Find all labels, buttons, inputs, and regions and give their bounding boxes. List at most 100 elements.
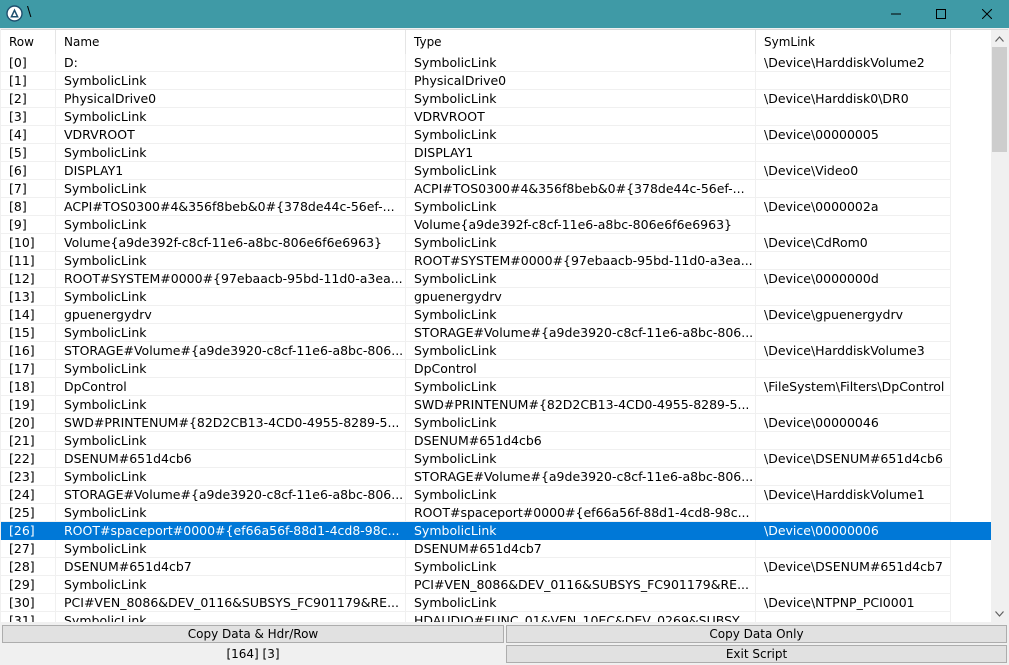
table-row[interactable]: [21] SymbolicLink DSENUM#651d4cb6 bbox=[1, 432, 991, 450]
close-button[interactable] bbox=[964, 0, 1009, 28]
name-cell: SymbolicLink bbox=[56, 576, 406, 594]
table-row[interactable]: [12] ROOT#SYSTEM#0000#{97ebaacb-95bd-11d0… bbox=[1, 270, 991, 288]
table-row[interactable]: [10] Volume{a9de392f-c8cf-11e6-a8bc-806e6… bbox=[1, 234, 991, 252]
table-row[interactable]: [13] SymbolicLink gpuenergydrv bbox=[1, 288, 991, 306]
scroll-down-button[interactable] bbox=[991, 605, 1008, 622]
symlink-cell bbox=[756, 288, 951, 306]
row-index-cell: [14] bbox=[1, 306, 56, 324]
symlink-cell: \Device\HarddiskVolume3 bbox=[756, 342, 951, 360]
table-row[interactable]: [2] PhysicalDrive0 SymbolicLink \Device\Har… bbox=[1, 90, 991, 108]
table-row[interactable]: [29] SymbolicLink PCI#VEN_8086&DEV_0116&SU… bbox=[1, 576, 991, 594]
copy-data-only-button[interactable]: Copy Data Only bbox=[506, 625, 1007, 643]
exit-script-button[interactable]: Exit Script bbox=[506, 645, 1007, 663]
row-index-cell: [11] bbox=[1, 252, 56, 270]
table-row[interactable]: [24] STORAGE#Volume#{a9de3920-c8cf-11e6-a… bbox=[1, 486, 991, 504]
minimize-button[interactable] bbox=[873, 0, 918, 28]
row-index-cell: [25] bbox=[1, 504, 56, 522]
minimize-icon bbox=[890, 13, 901, 15]
name-cell: PhysicalDrive0 bbox=[56, 90, 406, 108]
type-cell: SymbolicLink bbox=[406, 126, 756, 144]
column-header-type[interactable]: Type bbox=[406, 30, 756, 54]
name-cell: SymbolicLink bbox=[56, 108, 406, 126]
row-index-cell: [27] bbox=[1, 540, 56, 558]
name-cell: SymbolicLink bbox=[56, 504, 406, 522]
table-row[interactable]: [1] SymbolicLink PhysicalDrive0 bbox=[1, 72, 991, 90]
name-cell: SymbolicLink bbox=[56, 612, 406, 622]
symlink-cell bbox=[756, 540, 951, 558]
table-row[interactable]: [18] DpControl SymbolicLink \FileSystem\Fil… bbox=[1, 378, 991, 396]
table-row[interactable]: [17] SymbolicLink DpControl bbox=[1, 360, 991, 378]
symlink-cell bbox=[756, 108, 951, 126]
column-header-row[interactable]: Row bbox=[1, 30, 56, 54]
table-row[interactable]: [25] SymbolicLink ROOT#spaceport#0000#{ef6… bbox=[1, 504, 991, 522]
row-index-cell: [19] bbox=[1, 396, 56, 414]
chevron-up-icon bbox=[995, 35, 1004, 42]
column-header-symlink[interactable]: SymLink bbox=[756, 30, 951, 54]
name-cell: SymbolicLink bbox=[56, 252, 406, 270]
type-cell: SymbolicLink bbox=[406, 486, 756, 504]
row-index-cell: [29] bbox=[1, 576, 56, 594]
table-row[interactable]: [0] D: SymbolicLink \Device\HarddiskVolume2 bbox=[1, 54, 991, 72]
table-row[interactable]: [7] SymbolicLink ACPI#TOS0300#4&356f8beb&0… bbox=[1, 180, 991, 198]
table-row[interactable]: [6] DISPLAY1 SymbolicLink \Device\Video0 bbox=[1, 162, 991, 180]
table-row[interactable]: [20] SWD#PRINTENUM#{82D2CB13-4CD0-4955-82… bbox=[1, 414, 991, 432]
table-row[interactable]: [28] DSENUM#651d4cb7 SymbolicLink \Device\D… bbox=[1, 558, 991, 576]
type-cell: gpuenergydrv bbox=[406, 288, 756, 306]
maximize-button[interactable] bbox=[918, 0, 963, 28]
vertical-scrollbar[interactable] bbox=[991, 30, 1008, 622]
table-row[interactable]: [16] STORAGE#Volume#{a9de3920-c8cf-11e6-a… bbox=[1, 342, 991, 360]
name-cell: DSENUM#651d4cb7 bbox=[56, 558, 406, 576]
symlink-cell: \Device\00000006 bbox=[756, 522, 951, 540]
table-row[interactable]: [22] DSENUM#651d4cb6 SymbolicLink \Device\D… bbox=[1, 450, 991, 468]
scroll-thumb[interactable] bbox=[992, 47, 1007, 152]
table-row[interactable]: [15] SymbolicLink STORAGE#Volume#{a9de3920… bbox=[1, 324, 991, 342]
name-cell: PCI#VEN_8086&DEV_0116&SUBSYS_FC901179&RE… bbox=[56, 594, 406, 612]
row-index-cell: [18] bbox=[1, 378, 56, 396]
name-cell: VDRVROOT bbox=[56, 126, 406, 144]
table-row[interactable]: [4] VDRVROOT SymbolicLink \Device\00000005 bbox=[1, 126, 991, 144]
window-title: \ bbox=[27, 5, 32, 20]
table-row[interactable]: [5] SymbolicLink DISPLAY1 bbox=[1, 144, 991, 162]
table-row[interactable]: [8] ACPI#TOS0300#4&356f8beb&0#{378de44c-5… bbox=[1, 198, 991, 216]
type-cell: SymbolicLink bbox=[406, 54, 756, 72]
row-index-cell: [0] bbox=[1, 54, 56, 72]
name-cell: SymbolicLink bbox=[56, 432, 406, 450]
name-cell: SymbolicLink bbox=[56, 180, 406, 198]
table-row[interactable]: [30] PCI#VEN_8086&DEV_0116&SUBSYS_FC90117… bbox=[1, 594, 991, 612]
column-header-name[interactable]: Name bbox=[56, 30, 406, 54]
table-row[interactable]: [3] SymbolicLink VDRVROOT bbox=[1, 108, 991, 126]
row-index-cell: [9] bbox=[1, 216, 56, 234]
symlink-cell bbox=[756, 432, 951, 450]
type-cell: SymbolicLink bbox=[406, 270, 756, 288]
title-bar[interactable]: \ bbox=[0, 0, 1009, 28]
table-row[interactable]: [27] SymbolicLink DSENUM#651d4cb7 bbox=[1, 540, 991, 558]
table-row[interactable]: [14] gpuenergydrv SymbolicLink \Device\gpue… bbox=[1, 306, 991, 324]
type-cell: STORAGE#Volume#{a9de3920-c8cf-11e6-a8bc-… bbox=[406, 324, 756, 342]
row-index-cell: [7] bbox=[1, 180, 56, 198]
row-index-cell: [23] bbox=[1, 468, 56, 486]
symlink-cell bbox=[756, 144, 951, 162]
type-cell: ROOT#spaceport#0000#{ef66a56f-88d1-4cd8-… bbox=[406, 504, 756, 522]
row-index-cell: [13] bbox=[1, 288, 56, 306]
symlink-cell: \Device\DSENUM#651d4cb6 bbox=[756, 450, 951, 468]
table-row[interactable]: [19] SymbolicLink SWD#PRINTENUM#{82D2CB13-… bbox=[1, 396, 991, 414]
table-row[interactable]: [9] SymbolicLink Volume{a9de392f-c8cf-11e6… bbox=[1, 216, 991, 234]
copy-data-header-row-button[interactable]: Copy Data & Hdr/Row bbox=[2, 625, 504, 643]
type-cell: ROOT#SYSTEM#0000#{97ebaacb-95bd-11d0-a3e… bbox=[406, 252, 756, 270]
table-row[interactable]: [26] ROOT#spaceport#0000#{ef66a56f-88d1-4… bbox=[1, 522, 991, 540]
symlink-cell bbox=[756, 252, 951, 270]
name-cell: STORAGE#Volume#{a9de3920-c8cf-11e6-a8bc-… bbox=[56, 486, 406, 504]
table-row[interactable]: [11] SymbolicLink ROOT#SYSTEM#0000#{97ebaa… bbox=[1, 252, 991, 270]
type-cell: SymbolicLink bbox=[406, 342, 756, 360]
symlink-cell bbox=[756, 180, 951, 198]
symlink-list-view[interactable]: Row Name Type SymLink [0] D: SymbolicLink \… bbox=[1, 29, 1008, 622]
row-index-cell: [22] bbox=[1, 450, 56, 468]
table-row[interactable]: [23] SymbolicLink STORAGE#Volume#{a9de3920… bbox=[1, 468, 991, 486]
name-cell: DpControl bbox=[56, 378, 406, 396]
table-row[interactable]: [31] SymbolicLink HDAUDIO#FUNC_01&VEN_10EC… bbox=[1, 612, 991, 622]
type-cell: SymbolicLink bbox=[406, 162, 756, 180]
symlink-cell: \Device\00000005 bbox=[756, 126, 951, 144]
name-cell: gpuenergydrv bbox=[56, 306, 406, 324]
scroll-up-button[interactable] bbox=[991, 30, 1008, 47]
row-index-cell: [26] bbox=[1, 522, 56, 540]
